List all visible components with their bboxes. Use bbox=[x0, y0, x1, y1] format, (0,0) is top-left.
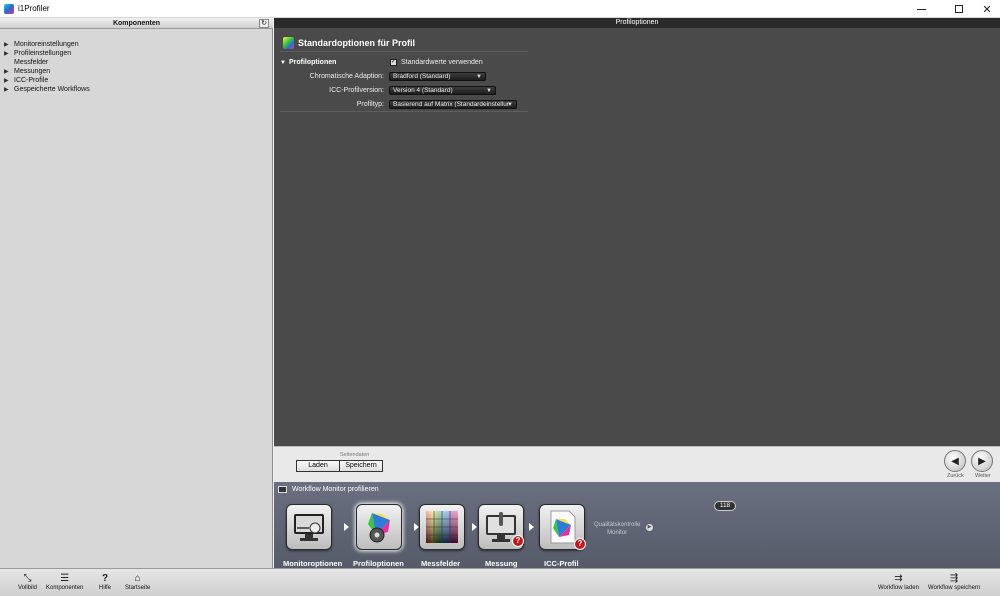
save-workflow-icon: ⇶ bbox=[949, 573, 959, 584]
home-button[interactable]: ⌂ Startseite bbox=[125, 572, 150, 591]
forward-button[interactable]: ▶ bbox=[971, 450, 993, 472]
tree-item-messfelder[interactable]: Messfelder bbox=[4, 58, 90, 67]
app-icon bbox=[4, 4, 14, 14]
components-button[interactable]: ☰ Komponenten bbox=[46, 572, 83, 591]
expand-arrow-icon[interactable]: ▶ bbox=[4, 86, 14, 95]
adaptation-label: Chromatische Adaption: bbox=[309, 73, 384, 80]
minimize-button[interactable] bbox=[904, 0, 938, 18]
workflow-panel: Workflow Monitor profilieren 118 ? ? Mon… bbox=[274, 482, 1000, 568]
icc-profile-icon bbox=[550, 510, 576, 544]
page-data-caption: Seitendaten bbox=[340, 452, 370, 458]
section-header: Standardoptionen für Profil bbox=[283, 37, 415, 49]
tree-item-monitoreinstellungen[interactable]: ▶ Monitoreinstellungen bbox=[4, 40, 90, 49]
arrow-right-icon: ▶ bbox=[978, 455, 986, 467]
step-label-profiloptionen: Profiloptionen bbox=[353, 559, 404, 568]
color-patches-icon bbox=[426, 511, 458, 543]
refresh-icon: ↻ bbox=[261, 20, 267, 27]
checkmark-icon: ✓ bbox=[390, 59, 397, 66]
step-arrow-icon bbox=[344, 523, 349, 531]
page-data-buttons: Laden Speichern bbox=[296, 460, 383, 472]
profile-options-icon bbox=[368, 513, 390, 543]
title-bar: i1Profiler ✕ bbox=[0, 0, 1000, 18]
dropdown-arrow-icon: ▼ bbox=[486, 88, 492, 94]
list-icon: ☰ bbox=[60, 573, 70, 584]
help-button[interactable]: ? Hilfe bbox=[99, 572, 111, 591]
icc-version-label: ICC-Profilversion: bbox=[329, 87, 384, 94]
back-button[interactable]: ◀ bbox=[944, 450, 966, 472]
use-defaults-label: Standardwerte verwenden bbox=[401, 59, 483, 66]
dropdown-arrow-icon: ▼ bbox=[476, 74, 482, 80]
components-panel: Komponenten ↻ ▶ Monitoreinstellungen ▶ Pro… bbox=[0, 18, 273, 568]
fullscreen-button[interactable]: ⤡ Vollbild bbox=[18, 572, 37, 591]
profile-type-label: Profiltyp: bbox=[356, 101, 384, 108]
divider bbox=[280, 51, 528, 52]
dropdown-arrow-icon: ▼ bbox=[507, 102, 513, 108]
back-label: Zurück bbox=[947, 473, 964, 479]
warning-icon: ? bbox=[574, 538, 586, 550]
step-label-messung: Messung bbox=[485, 559, 518, 568]
step-profiloptionen[interactable] bbox=[356, 504, 402, 550]
components-tree: ▶ Monitoreinstellungen ▶ Profileinstellung… bbox=[4, 40, 90, 94]
components-panel-header: Komponenten ↻ bbox=[0, 18, 273, 29]
step-arrow-icon bbox=[529, 523, 534, 531]
close-button[interactable]: ✕ bbox=[970, 0, 1000, 18]
profile-type-select[interactable]: Basierend auf Matrix (Standardeinstellur… bbox=[389, 100, 517, 109]
fullscreen-icon: ⤡ bbox=[23, 573, 32, 584]
tree-item-messungen[interactable]: ▶ Messungen bbox=[4, 67, 90, 76]
bottom-toolbar: ⤡ Vollbild ☰ Komponenten ? Hilfe ⌂ Start… bbox=[0, 568, 1000, 596]
load-workflow-button[interactable]: ⇉ Workflow laden bbox=[878, 572, 919, 591]
workflow-title-row: Workflow Monitor profilieren bbox=[278, 486, 379, 493]
save-workflow-button[interactable]: ⇶ Workflow speichern bbox=[928, 572, 980, 591]
page-data-bar: Seitendaten Laden Speichern ◀ ▶ Zurück W… bbox=[274, 446, 1000, 482]
use-defaults-checkbox[interactable]: ✓ Standardwerte verwenden bbox=[390, 59, 483, 66]
refresh-button[interactable]: ↻ bbox=[259, 19, 269, 28]
home-icon: ⌂ bbox=[134, 573, 141, 584]
workflow-title: Workflow Monitor profilieren bbox=[292, 486, 379, 493]
section-title: Standardoptionen für Profil bbox=[298, 38, 415, 48]
arrow-left-icon: ◀ bbox=[951, 455, 959, 467]
components-panel-title: Komponenten bbox=[112, 20, 161, 27]
close-icon: ✕ bbox=[982, 3, 992, 16]
main-header: Profiloptionen bbox=[274, 18, 1000, 28]
step-label-monitoroptionen: Monitoroptionen bbox=[283, 559, 343, 568]
tree-item-icc-profile[interactable]: ▶ ICC-Profile bbox=[4, 76, 90, 85]
warning-icon: ? bbox=[512, 535, 524, 547]
window-title: i1Profiler bbox=[18, 4, 50, 13]
monitor-icon bbox=[278, 486, 287, 493]
collapse-triangle-icon: ▼ bbox=[280, 60, 286, 66]
help-icon: ? bbox=[101, 573, 109, 584]
save-button[interactable]: Speichern bbox=[340, 460, 383, 472]
minimize-icon bbox=[916, 8, 926, 10]
step-messfelder[interactable] bbox=[419, 504, 465, 550]
step-arrow-icon bbox=[472, 523, 477, 531]
profile-options-toggle[interactable]: ▼ Profiloptionen bbox=[280, 59, 336, 66]
icc-version-select[interactable]: Version 4 (Standard) ▼ bbox=[389, 86, 496, 95]
step-label-messfelder: Messfelder bbox=[421, 559, 461, 568]
profile-logo-icon bbox=[283, 37, 294, 49]
forward-label: Weiter bbox=[975, 473, 991, 479]
next-workflow-link[interactable]: Qualitätskontrolle Monitor bbox=[594, 521, 640, 537]
arrow-right-circle-icon[interactable]: ▶ bbox=[646, 524, 653, 531]
tree-item-profileinstellungen[interactable]: ▶ Profileinstellungen bbox=[4, 49, 90, 58]
monitor-settings-icon bbox=[294, 514, 324, 541]
patch-count-badge: 118 bbox=[714, 501, 736, 511]
load-button[interactable]: Laden bbox=[296, 460, 340, 472]
divider bbox=[280, 111, 528, 112]
adaptation-select[interactable]: Bradford (Standard) ▼ bbox=[389, 72, 486, 81]
main-content: Profiloptionen Standardoptionen für Prof… bbox=[274, 18, 1000, 446]
maximize-icon bbox=[955, 5, 963, 13]
tree-item-gespeicherte-workflows[interactable]: ▶ Gespeicherte Workflows bbox=[4, 85, 90, 94]
step-label-icc-profil: ICC-Profil bbox=[544, 559, 579, 568]
load-workflow-icon: ⇉ bbox=[894, 573, 903, 584]
step-monitoroptionen[interactable] bbox=[286, 504, 332, 550]
